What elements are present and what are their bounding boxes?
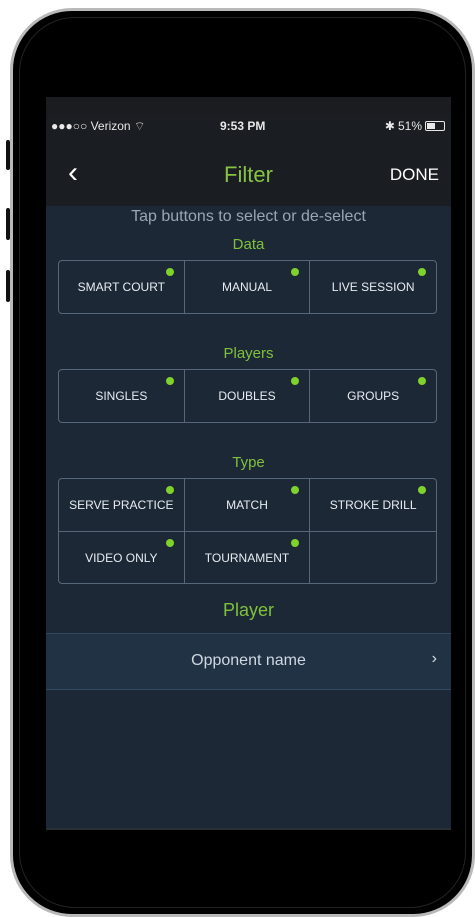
nav-bar: ‹ Filter DONE <box>46 140 451 206</box>
volume-down-button <box>6 270 10 302</box>
selected-indicator <box>291 268 300 276</box>
selected-indicator <box>417 377 426 385</box>
wifi-icon: ⌔ <box>133 119 146 133</box>
selected-indicator <box>291 486 300 494</box>
players-section-label: Players <box>223 345 274 362</box>
filter-button[interactable]: SMART COURT <box>59 261 185 313</box>
battery-icon <box>425 121 445 131</box>
app-screen: ●●●○○ Verizon ⌔ 9:53 PM ✱ 51% ‹ Filter D… <box>46 97 451 830</box>
clock: 9:53 PM <box>220 119 266 133</box>
data-filter-grid: SMART COURT MANUAL LIVE SESSION <box>58 260 437 314</box>
selected-indicator <box>165 268 174 276</box>
selected-indicator <box>417 268 426 276</box>
status-right: ✱ 51% <box>385 119 445 133</box>
volume-up-button <box>6 208 10 240</box>
player-section-label: Player <box>222 600 275 620</box>
screen-bottom-edge <box>46 828 451 830</box>
filter-button[interactable]: TOURNAMENT <box>184 531 311 583</box>
selected-indicator <box>291 539 300 547</box>
type-filter-grid: SERVE PRACTICE MATCH STROKE DRILL VIDEO … <box>58 478 437 584</box>
filter-button[interactable]: SINGLES <box>59 370 185 422</box>
filter-button[interactable]: STROKE DRILL <box>310 479 436 531</box>
status-strip <box>46 97 451 114</box>
carrier-signal: ●●●○○ Verizon ⌔ <box>51 119 146 133</box>
filter-button[interactable]: MANUAL <box>185 261 311 313</box>
bluetooth-icon: ✱ <box>384 119 395 133</box>
selected-indicator <box>165 539 174 547</box>
filter-button[interactable]: DOUBLES <box>185 370 311 422</box>
done-button[interactable]: DONE <box>390 165 439 185</box>
selected-indicator <box>291 377 300 385</box>
selected-indicator <box>165 486 174 494</box>
filter-button[interactable]: SERVE PRACTICE <box>59 479 185 531</box>
empty-filter-cell <box>310 531 436 583</box>
opponent-name-row[interactable]: Opponent name › <box>46 633 451 690</box>
selected-indicator <box>165 377 174 385</box>
data-section-label: Data <box>232 236 265 253</box>
filter-button[interactable]: VIDEO ONLY <box>59 531 185 583</box>
mute-switch <box>6 140 10 170</box>
opponent-name-placeholder: Opponent name <box>191 652 306 669</box>
filter-button[interactable]: MATCH <box>185 479 311 531</box>
filter-button[interactable]: GROUPS <box>310 370 436 422</box>
chevron-right-icon: › <box>431 650 437 667</box>
selected-indicator <box>417 486 426 494</box>
status-bar: ●●●○○ Verizon ⌔ 9:53 PM ✱ 51% <box>46 97 451 140</box>
type-section-label: Type <box>232 454 265 471</box>
battery-percent: 51% <box>397 119 422 133</box>
filter-button[interactable]: LIVE SESSION <box>310 261 436 313</box>
instruction-text: Tap buttons to select or de-select <box>131 208 366 225</box>
players-filter-grid: SINGLES DOUBLES GROUPS <box>58 369 437 423</box>
